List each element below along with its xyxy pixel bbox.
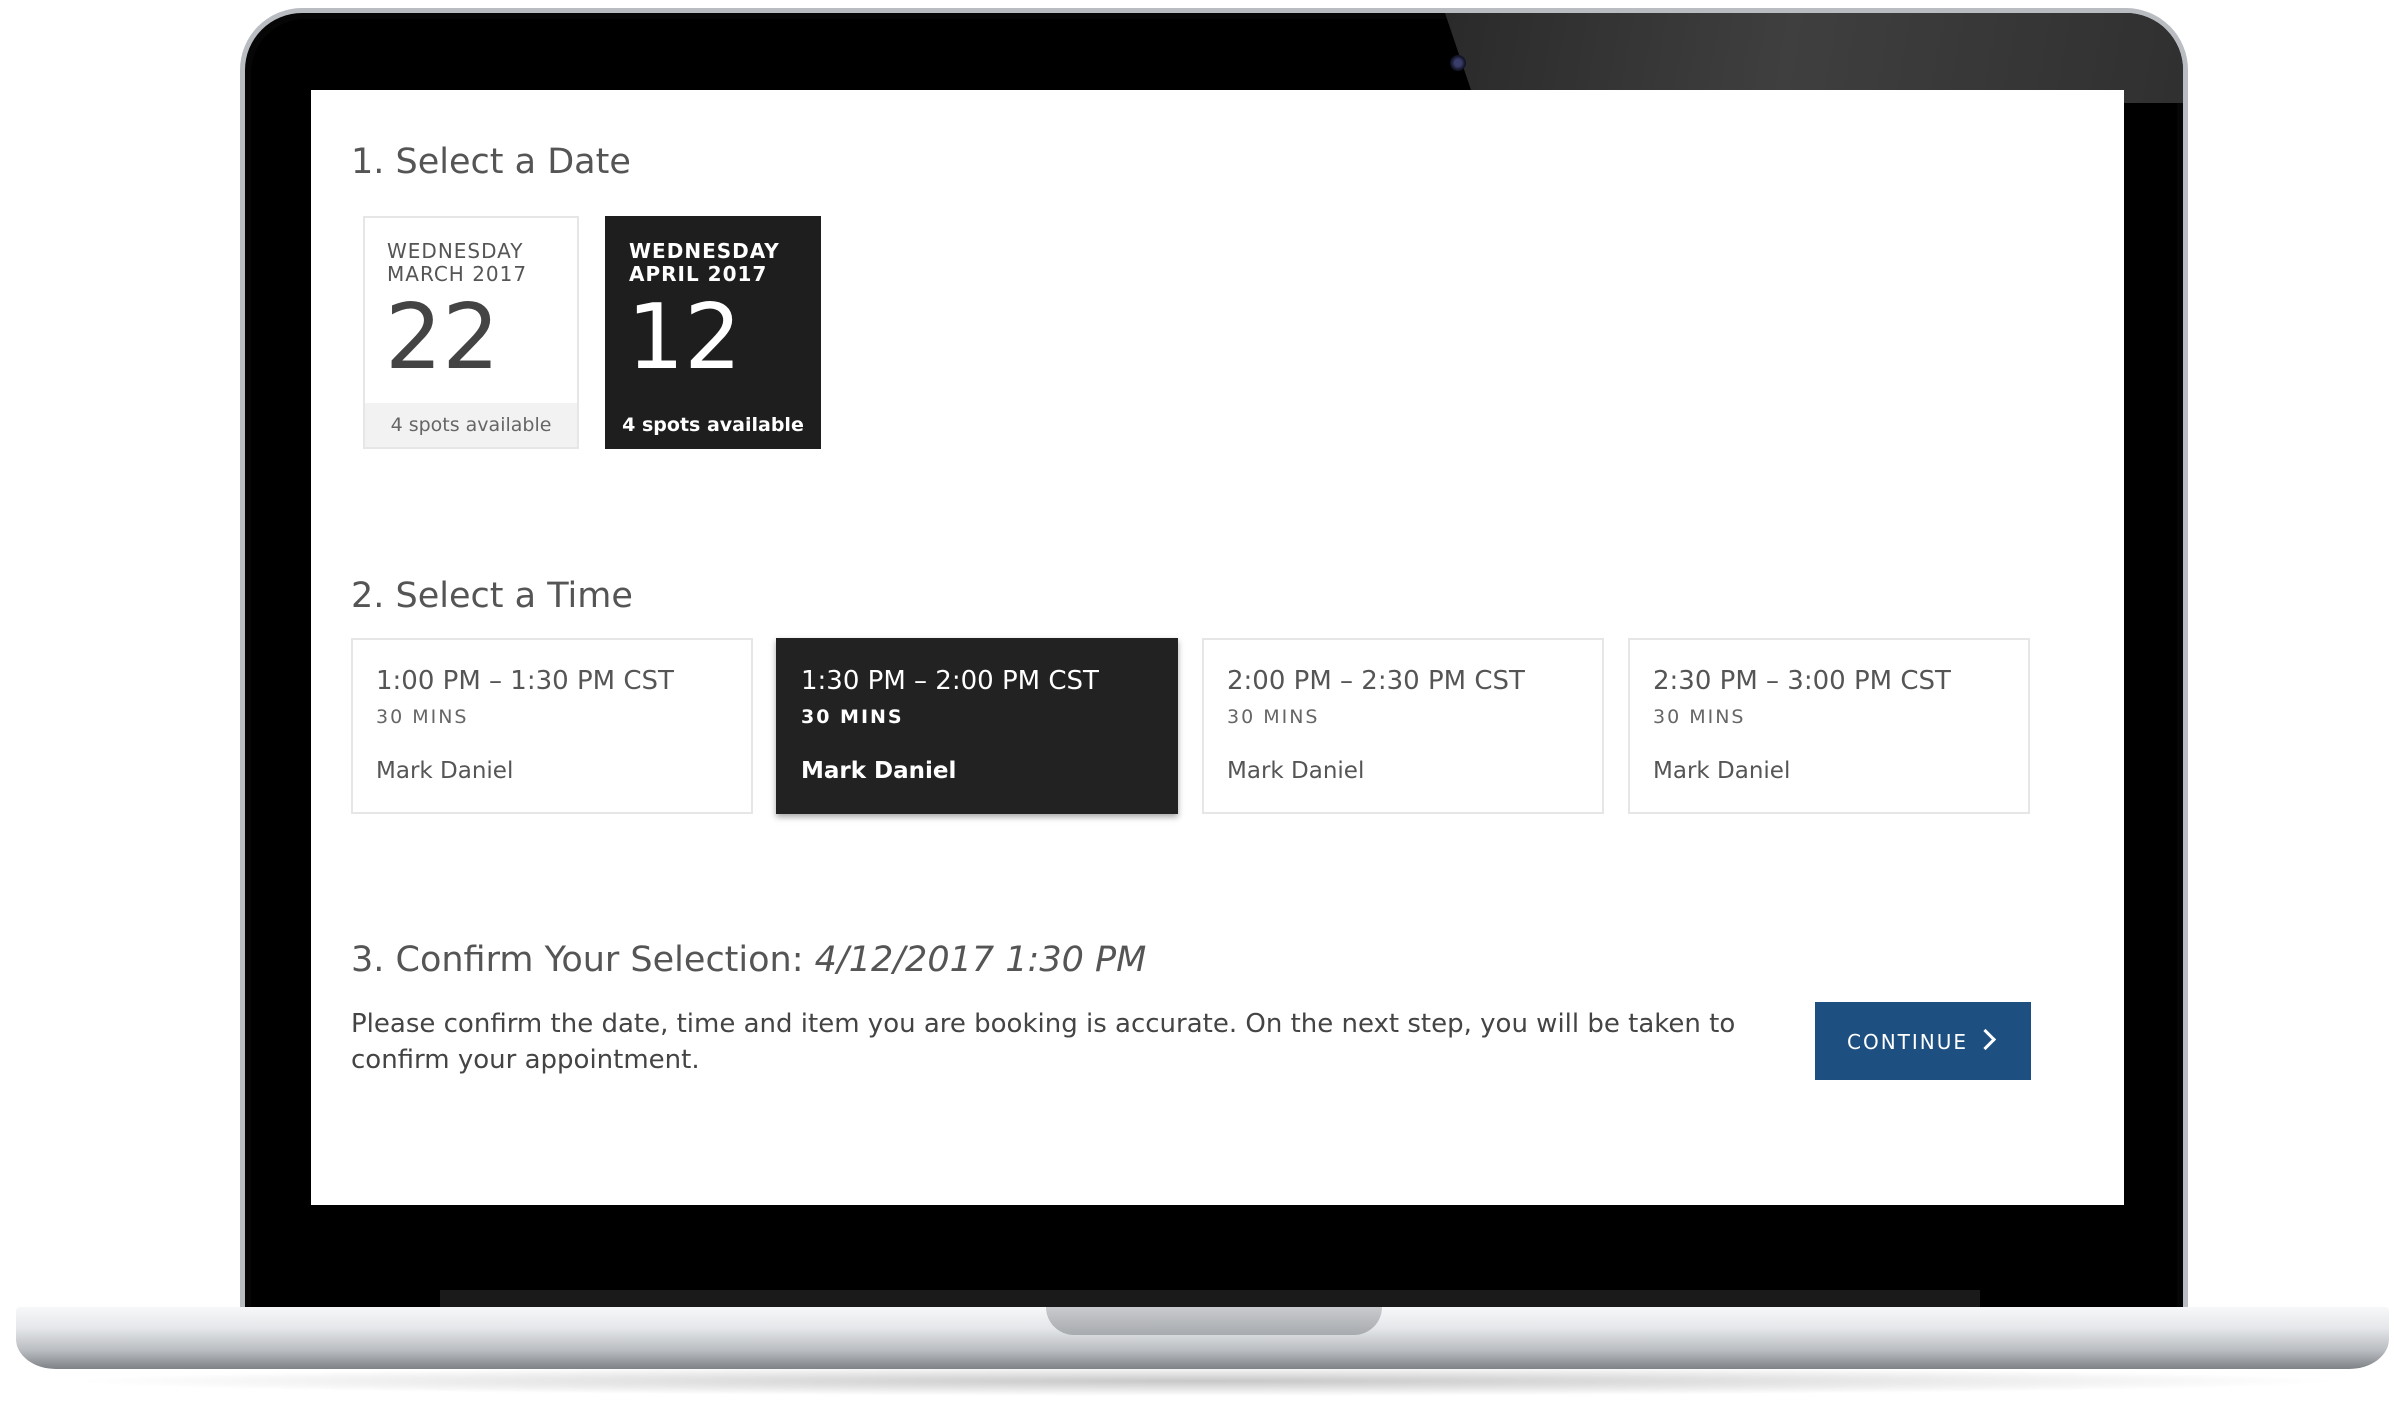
select-date-heading: 1. Select a Date [351, 142, 631, 182]
time-slot-range: 2:30 PM – 3:00 PM CST [1653, 666, 1951, 696]
date-card-weekday: WEDNESDAY [387, 239, 524, 263]
time-slot-host: Mark Daniel [1653, 758, 1791, 784]
time-slot-range: 2:00 PM – 2:30 PM CST [1227, 666, 1525, 696]
time-slot-host: Mark Daniel [801, 758, 957, 784]
time-slot-1330[interactable]: 1:30 PM – 2:00 PM CST 30 MINS Mark Danie… [776, 638, 1178, 814]
camera-icon [1450, 55, 1466, 71]
hinge [440, 1290, 1980, 1308]
date-card-weekday: WEDNESDAY [629, 239, 780, 263]
confirm-selection-value: 4/12/2017 1:30 PM [814, 940, 1147, 980]
booking-screen: 1. Select a Date WEDNESDAY MARCH 2017 22… [311, 90, 2124, 1205]
date-card-day: 22 [385, 285, 500, 390]
time-slot-duration: 30 MINS [1653, 706, 1746, 728]
date-card-spots: 4 spots available [365, 403, 577, 447]
time-slot-duration: 30 MINS [1227, 706, 1320, 728]
time-slot-range: 1:30 PM – 2:00 PM CST [801, 666, 1099, 696]
time-slot-duration: 30 MINS [801, 706, 904, 728]
confirm-heading: 3. Confirm Your Selection: 4/12/2017 1:3… [351, 940, 1146, 980]
time-slot-1400[interactable]: 2:00 PM – 2:30 PM CST 30 MINS Mark Danie… [1202, 638, 1604, 814]
date-card-month: APRIL 2017 [629, 262, 768, 286]
time-slot-1300[interactable]: 1:00 PM – 1:30 PM CST 30 MINS Mark Danie… [351, 638, 753, 814]
time-slot-host: Mark Daniel [1227, 758, 1365, 784]
continue-button-label: CONTINUE [1847, 1030, 1969, 1054]
chevron-right-icon [1974, 1028, 1997, 1051]
date-card-day: 12 [627, 285, 742, 390]
time-slot-host: Mark Daniel [376, 758, 514, 784]
date-card-march-22[interactable]: WEDNESDAY MARCH 2017 22 4 spots availabl… [363, 216, 579, 449]
time-slot-duration: 30 MINS [376, 706, 469, 728]
date-card-april-12[interactable]: WEDNESDAY APRIL 2017 12 4 spots availabl… [605, 216, 821, 449]
date-card-spots: 4 spots available [607, 403, 819, 447]
confirm-description: Please confirm the date, time and item y… [351, 1009, 1736, 1075]
continue-button[interactable]: CONTINUE [1815, 1002, 2031, 1080]
time-slot-1430[interactable]: 2:30 PM – 3:00 PM CST 30 MINS Mark Danie… [1628, 638, 2030, 814]
laptop-mockup: 1. Select a Date WEDNESDAY MARCH 2017 22… [0, 0, 2389, 1406]
confirm-heading-label: 3. Confirm Your Selection: [351, 940, 804, 980]
laptop-shadow [60, 1366, 2350, 1396]
time-slot-range: 1:00 PM – 1:30 PM CST [376, 666, 674, 696]
lid-notch [1046, 1307, 1382, 1335]
date-card-month: MARCH 2017 [387, 262, 528, 286]
select-time-heading: 2. Select a Time [351, 576, 633, 616]
